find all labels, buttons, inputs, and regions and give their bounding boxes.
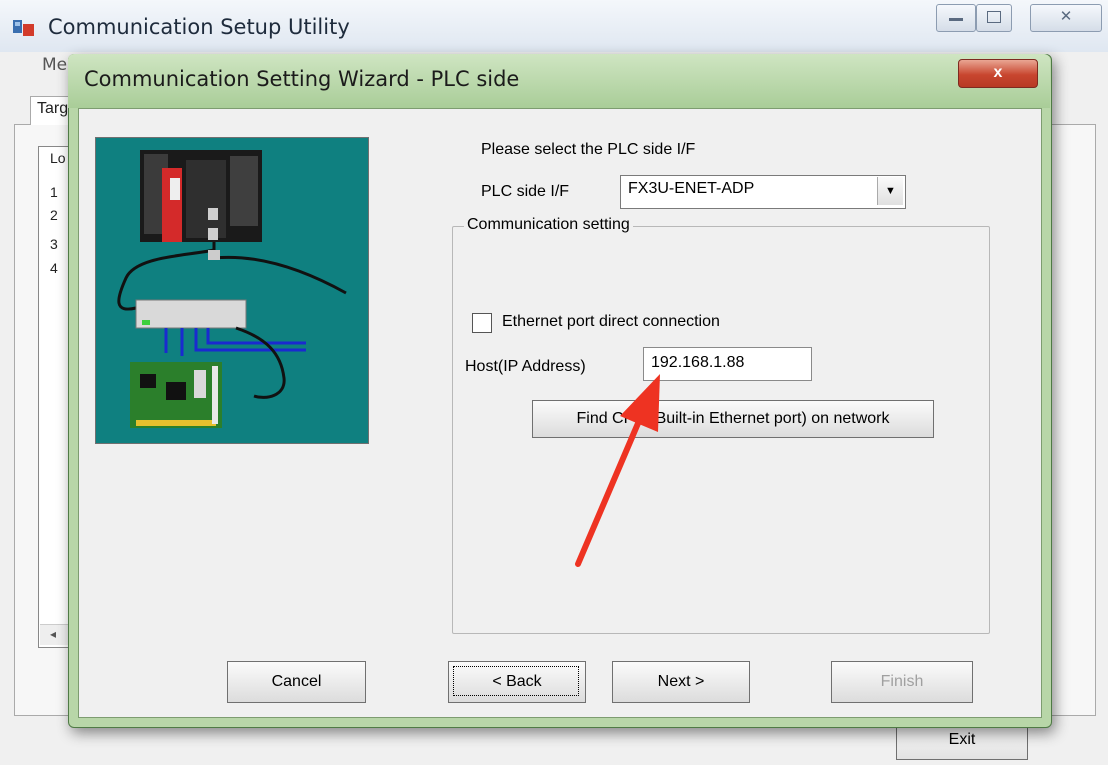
tab-target-label: Targ (37, 100, 69, 117)
annotation-arrow-icon (575, 374, 660, 567)
list-header[interactable]: Lo (50, 150, 66, 166)
scroll-left-icon[interactable]: ◂ (40, 627, 56, 641)
next-button[interactable]: Next > (612, 661, 750, 703)
chevron-down-icon: ▼ (885, 185, 896, 197)
minimize-button[interactable] (936, 4, 976, 32)
list-item[interactable]: 4 (50, 260, 58, 276)
plc-if-prompt: Please select the PLC side I/F (481, 141, 696, 158)
communication-setting-group-title: Communication setting (464, 216, 633, 234)
app-icon (13, 20, 34, 36)
maximize-button[interactable] (976, 4, 1012, 32)
finish-button[interactable]: Finish (831, 661, 973, 703)
plc-if-label: PLC side I/F (481, 183, 570, 200)
host-ip-value[interactable]: 192.168.1.88 (651, 354, 744, 372)
ethernet-direct-checkbox[interactable] (472, 313, 492, 333)
dropdown-button[interactable]: ▼ (877, 177, 903, 205)
cancel-button[interactable]: Cancel (227, 661, 366, 703)
main-close-button[interactable]: ✕ (1030, 4, 1102, 32)
close-icon: ✕ (1059, 8, 1073, 25)
close-icon: x (993, 64, 1003, 81)
list-item[interactable]: 3 (50, 236, 58, 252)
plc-if-selected-value: FX3U-ENET-ADP (628, 180, 755, 197)
back-button-focus-rect (453, 666, 579, 696)
list-item[interactable]: 1 (50, 184, 58, 200)
main-window-title: Communication Setup Utility (48, 15, 350, 39)
host-ip-label: Host(IP Address) (465, 358, 586, 375)
list-item[interactable]: 2 (50, 207, 58, 223)
ethernet-direct-label[interactable]: Ethernet port direct connection (502, 313, 720, 331)
plc-network-illustration (95, 137, 369, 444)
dialog-title: Communication Setting Wizard - PLC side (84, 67, 520, 91)
dialog-close-button[interactable]: x (958, 59, 1038, 88)
maximize-icon (987, 11, 1001, 23)
minimize-icon (949, 18, 963, 21)
